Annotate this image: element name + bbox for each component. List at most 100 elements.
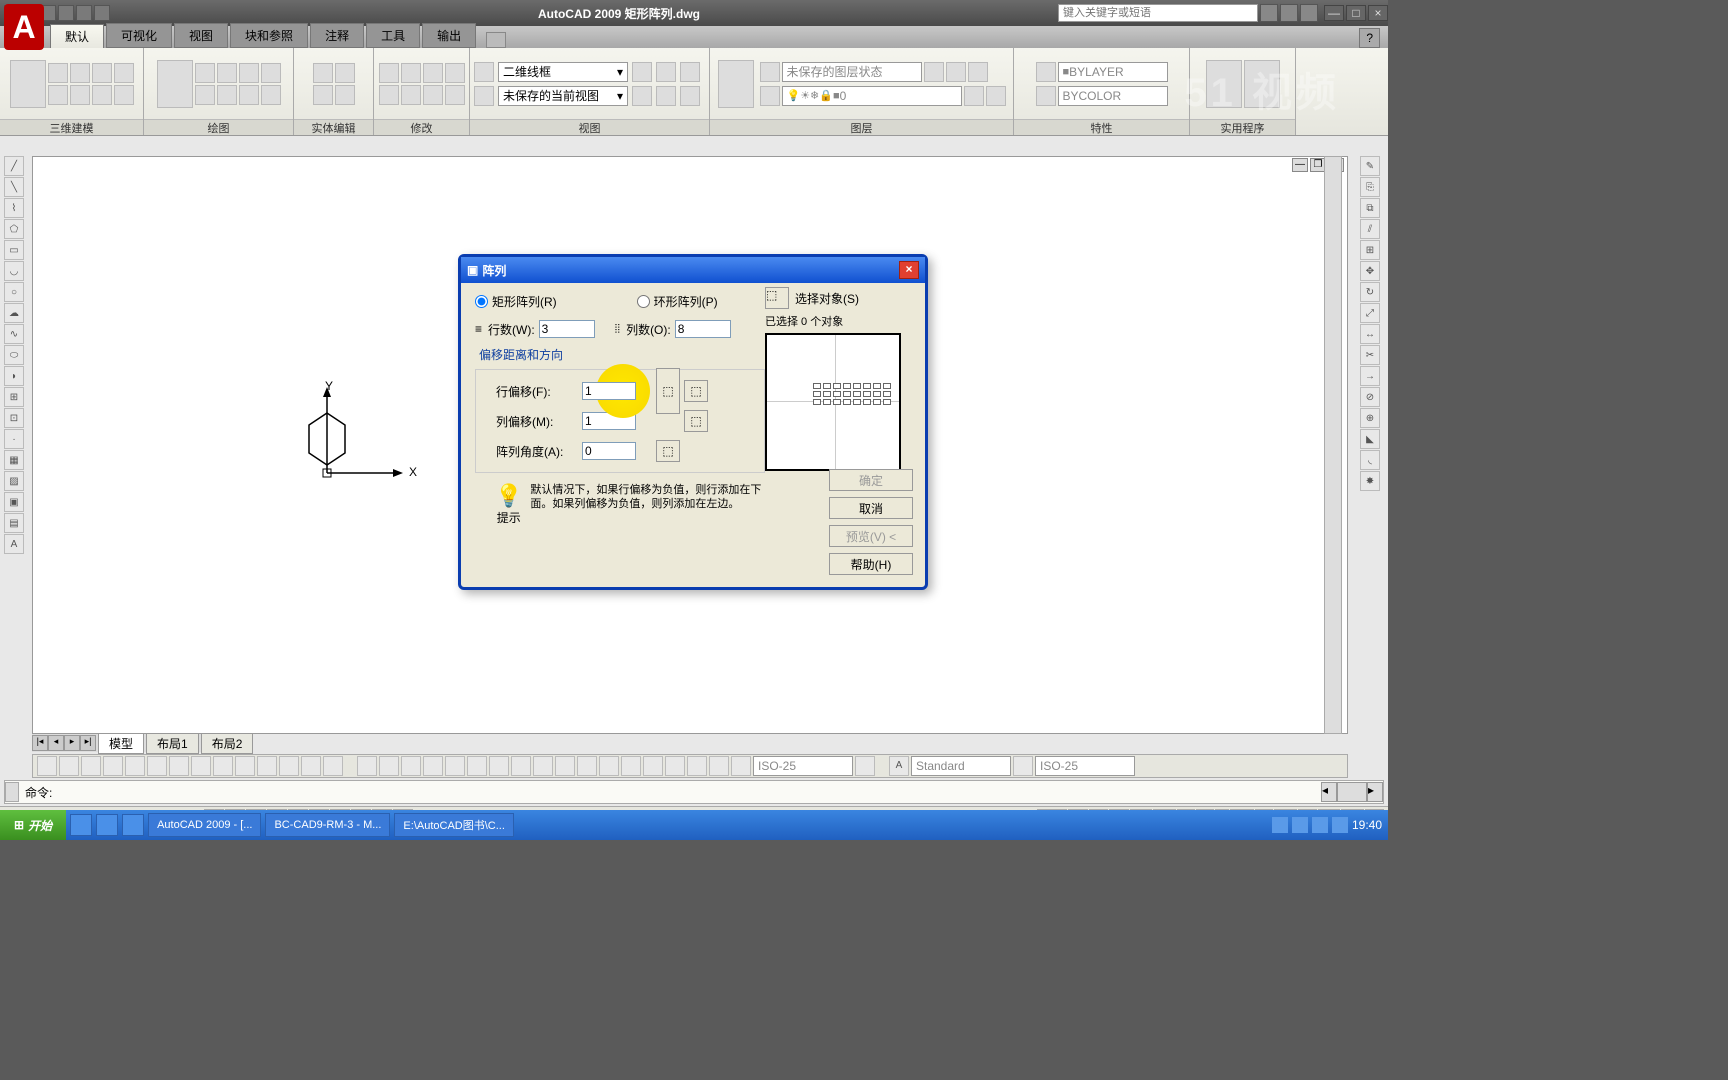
dim-baseline-icon[interactable] [533,756,553,776]
quick-launch-app-icon[interactable] [122,814,144,836]
layer-off-icon[interactable] [968,62,988,82]
mtext-tool-icon[interactable]: A [4,534,24,554]
pan-icon[interactable] [656,62,676,82]
dim-arc-icon[interactable] [401,756,421,776]
tab-tools[interactable]: 工具 [366,23,420,48]
fillet-icon[interactable] [423,85,443,105]
clock[interactable]: 19:40 [1352,818,1382,832]
dim-jog-icon[interactable] [687,756,707,776]
ellipse-arc-tool-icon[interactable]: ◗ [4,366,24,386]
row-offset-input[interactable] [582,382,636,400]
dim-linear-icon[interactable] [357,756,377,776]
scale-tool-icon[interactable]: ⤢ [1360,303,1380,323]
slice-icon[interactable] [335,85,355,105]
dim-space-icon[interactable] [577,756,597,776]
join-tool-icon[interactable]: ⊕ [1360,408,1380,428]
dim-ordinate-icon[interactable] [423,756,443,776]
dim-angular-icon[interactable] [489,756,509,776]
circle-icon[interactable] [239,63,259,83]
polar-array-radio[interactable]: 环形阵列(P) [637,293,718,310]
table-tool-icon[interactable]: ▤ [4,513,24,533]
rect-array-radio[interactable]: 矩形阵列(R) [475,293,557,310]
pick-row-offset-icon[interactable]: ⬚ [684,380,708,402]
osnap-int-icon[interactable] [147,756,167,776]
break-tool-icon[interactable]: ⊘ [1360,387,1380,407]
linetype-icon[interactable] [1036,86,1056,106]
cancel-button[interactable]: 取消 [829,497,913,519]
line-icon[interactable] [157,60,193,108]
layout-prev-icon[interactable]: ◂ [48,735,64,751]
taskbar-item-autocad[interactable]: AutoCAD 2009 - [... [148,813,261,837]
dim-style-combo[interactable]: ISO-25 [753,756,853,776]
rectangle-icon[interactable] [217,85,237,105]
pick-angle-icon[interactable]: ⬚ [656,440,680,462]
osnap-none-icon[interactable] [323,756,343,776]
osnap-tan-icon[interactable] [235,756,255,776]
osnap-app-icon[interactable] [279,756,299,776]
rotate-tool-icon[interactable]: ↻ [1360,282,1380,302]
layer-match-icon[interactable] [964,86,984,106]
text-tool-icon[interactable] [1013,756,1033,776]
taskbar-item-word[interactable]: BC-CAD9-RM-3 - M... [265,813,390,837]
sweep-icon[interactable] [70,63,90,83]
cmd-scroll-right-icon[interactable]: ▸ [1367,782,1383,802]
steering-icon[interactable] [680,62,700,82]
command-input[interactable] [58,785,1321,799]
osnap-quad-icon[interactable] [125,756,145,776]
pline-icon[interactable] [195,63,215,83]
vertical-scrollbar[interactable] [1324,156,1342,734]
text-style-combo[interactable]: Standard [911,756,1011,776]
zoom-icon[interactable] [632,86,652,106]
gradient-tool-icon[interactable]: ▨ [4,471,24,491]
layout-tab-2[interactable]: 布局2 [201,733,254,754]
layout-last-icon[interactable]: ▸| [80,735,96,751]
scale-icon[interactable] [445,63,465,83]
mirror-tool-icon[interactable]: ⧉ [1360,198,1380,218]
layout-tab-1[interactable]: 布局1 [146,733,199,754]
layout-first-icon[interactable]: |◂ [32,735,48,751]
dim-inspect-icon[interactable] [665,756,685,776]
paste-icon[interactable] [1244,60,1280,108]
dim-center-icon[interactable] [643,756,663,776]
visual-style-icon[interactable] [474,62,494,82]
helix-icon[interactable] [92,85,112,105]
dim-tolerance-icon[interactable] [621,756,641,776]
presspull-icon[interactable] [70,85,90,105]
trim-tool-icon[interactable]: ✂ [1360,345,1380,365]
minimize-button[interactable]: — [1324,5,1344,21]
spline-icon[interactable] [261,63,281,83]
extrude-icon[interactable] [48,63,68,83]
measure-icon[interactable] [1206,60,1242,108]
layer-iso-icon[interactable] [924,62,944,82]
planar-icon[interactable] [114,85,134,105]
orbit-icon[interactable] [632,62,652,82]
preview-button[interactable]: 预览(V) < [829,525,913,547]
dim-update-icon[interactable] [855,756,875,776]
mirror-icon[interactable] [401,85,421,105]
start-button[interactable]: ⊞开始 [0,810,66,840]
qat-redo-icon[interactable] [94,5,110,21]
hatch-tool-icon[interactable]: ▦ [4,450,24,470]
text-style-icon[interactable]: A [889,756,909,776]
revolve-icon[interactable] [92,63,112,83]
erase-tool-icon[interactable]: ✎ [1360,156,1380,176]
ellipse-tool-icon[interactable]: ⬭ [4,345,24,365]
stretch-tool-icon[interactable]: ↔ [1360,324,1380,344]
search-input[interactable] [1058,4,1258,22]
arc-icon[interactable] [217,63,237,83]
move-tool-icon[interactable]: ✥ [1360,261,1380,281]
navwheel-icon[interactable] [680,86,700,106]
polysolid-icon[interactable] [48,85,68,105]
rectangle-tool-icon[interactable]: ▭ [4,240,24,260]
quick-launch-desktop-icon[interactable] [96,814,118,836]
osnap-perp-icon[interactable] [213,756,233,776]
zoom-ext-icon[interactable] [656,86,676,106]
dim-continue-icon[interactable] [555,756,575,776]
rows-input[interactable] [539,320,595,338]
visual-style-combo[interactable]: 二维线框▾ [498,62,628,82]
tray-av-icon[interactable] [1312,817,1328,833]
pick-both-offset-icon[interactable]: ⬚ [656,368,680,414]
dim-diameter-icon[interactable] [467,756,487,776]
cmd-scroll-track[interactable] [1337,782,1367,802]
subtract-icon[interactable] [335,63,355,83]
